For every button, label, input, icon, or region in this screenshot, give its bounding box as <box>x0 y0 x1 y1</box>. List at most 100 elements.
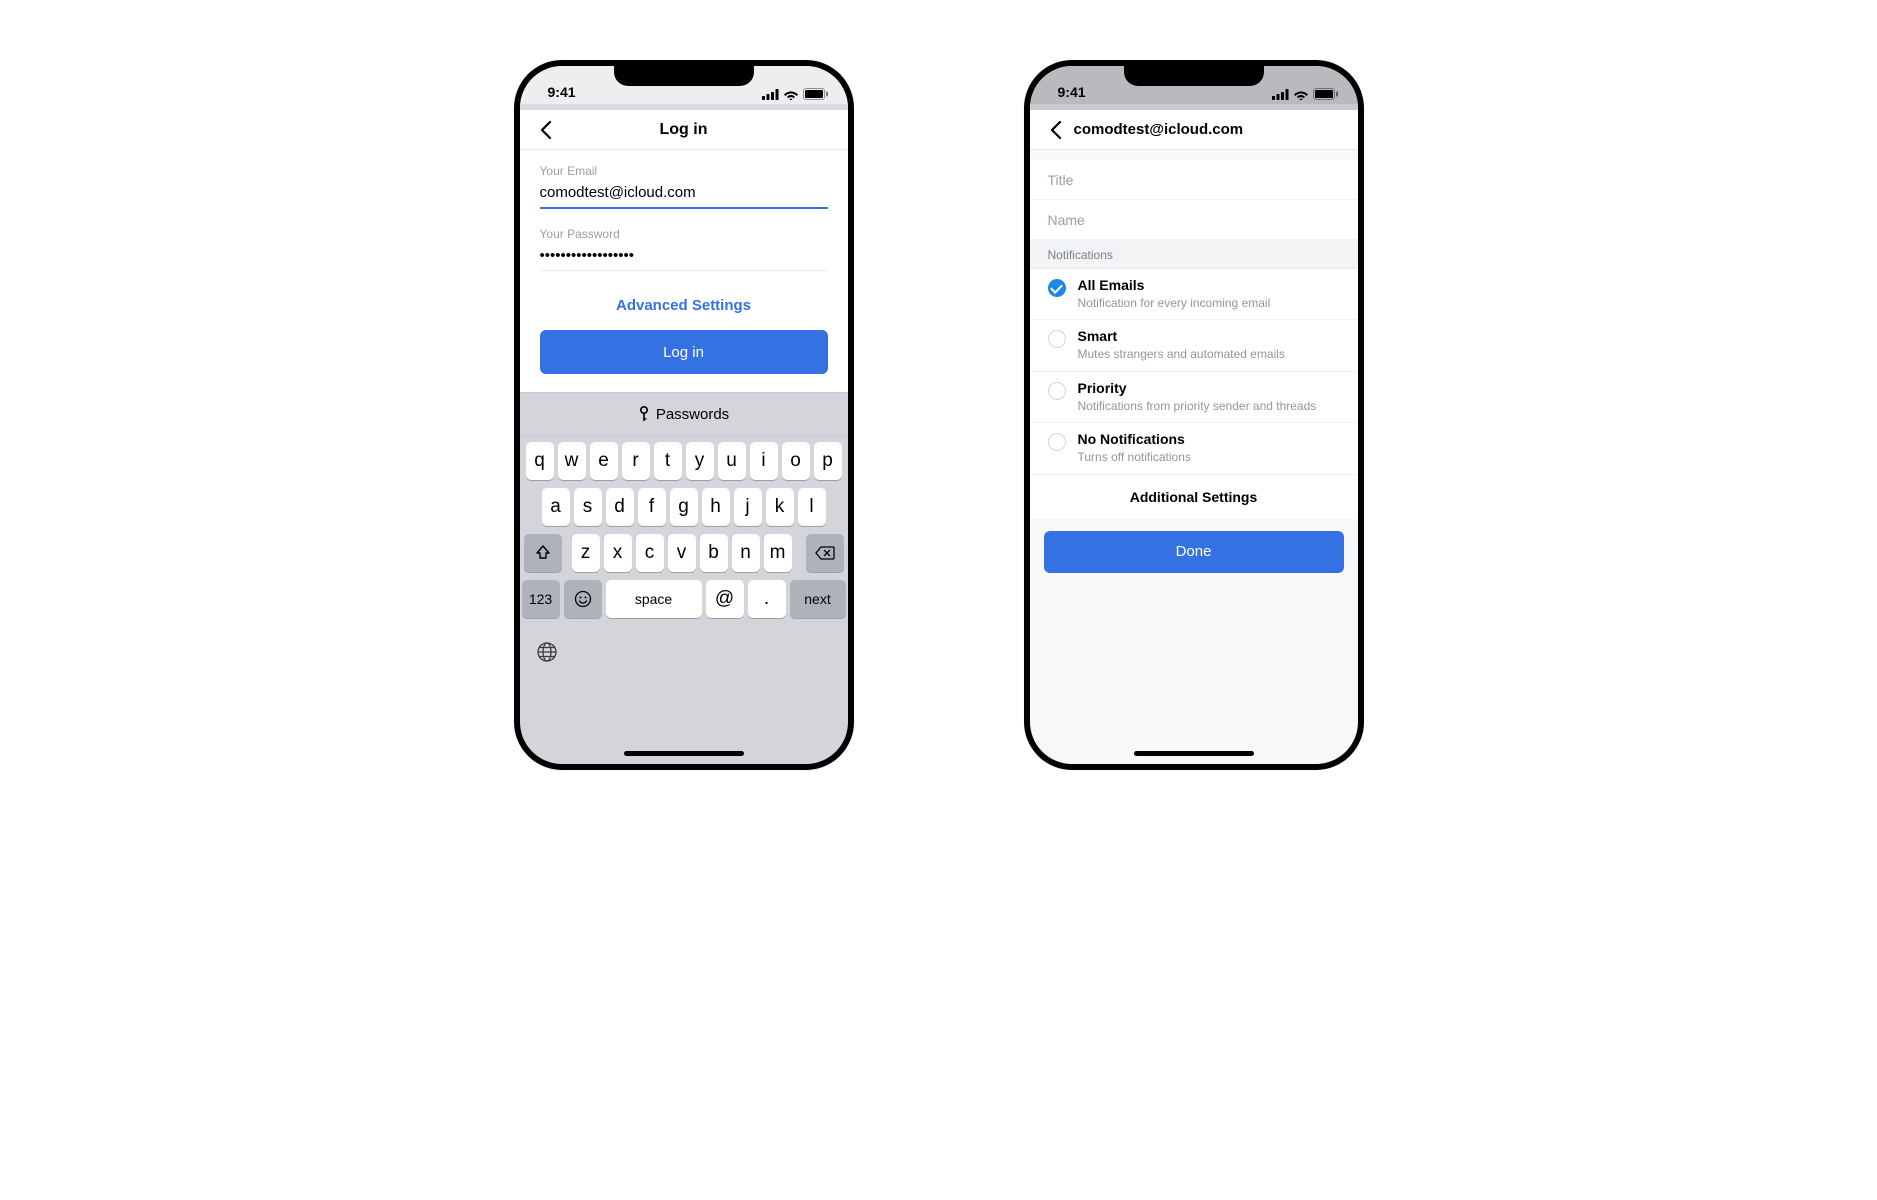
notch <box>1124 64 1264 86</box>
option-title: Priority <box>1078 380 1317 397</box>
chevron-left-icon <box>540 121 552 139</box>
emoji-icon <box>574 590 592 608</box>
password-label: Your Password <box>540 227 828 241</box>
key-n[interactable]: n <box>732 534 760 572</box>
key-e[interactable]: e <box>590 442 618 480</box>
radio-checked-icon <box>1048 279 1066 297</box>
backspace-key[interactable] <box>806 534 844 572</box>
shift-icon <box>535 545 551 561</box>
notch <box>614 64 754 86</box>
email-label: Your Email <box>540 164 828 178</box>
key-i[interactable]: i <box>750 442 778 480</box>
notification-options: All Emails Notification for every incomin… <box>1030 269 1358 475</box>
signal-icon <box>762 89 779 100</box>
additional-settings-link[interactable]: Additional Settings <box>1030 475 1358 519</box>
globe-icon[interactable] <box>536 641 558 663</box>
keyboard: qwertyuiop asdfghjkl zxcvbnm 123 space @… <box>520 436 848 618</box>
key-c[interactable]: c <box>636 534 664 572</box>
option-title: Smart <box>1078 328 1285 345</box>
passwords-label: Passwords <box>656 406 729 423</box>
login-button[interactable]: Log in <box>540 330 828 374</box>
nav-title: comodtest@icloud.com <box>1074 121 1244 138</box>
option-subtitle: Notifications from priority sender and t… <box>1078 399 1317 415</box>
notification-option[interactable]: No Notifications Turns off notifications <box>1030 423 1358 474</box>
battery-icon <box>1313 88 1338 100</box>
option-subtitle: Turns off notifications <box>1078 450 1191 466</box>
key-z[interactable]: z <box>572 534 600 572</box>
keyboard-row-2: asdfghjkl <box>524 488 844 526</box>
done-button[interactable]: Done <box>1044 531 1344 573</box>
wifi-icon <box>1293 89 1309 100</box>
key-s[interactable]: s <box>574 488 602 526</box>
nav-bar: Log in <box>520 104 848 150</box>
key-r[interactable]: r <box>622 442 650 480</box>
key-k[interactable]: k <box>766 488 794 526</box>
done-area: Done <box>1030 519 1358 585</box>
radio-unchecked-icon <box>1048 382 1066 400</box>
notification-option[interactable]: Smart Mutes strangers and automated email… <box>1030 320 1358 371</box>
key-h[interactable]: h <box>702 488 730 526</box>
status-icons <box>762 88 828 100</box>
back-button[interactable] <box>1044 118 1068 142</box>
battery-icon <box>803 88 828 100</box>
key-l[interactable]: l <box>798 488 826 526</box>
key-d[interactable]: d <box>606 488 634 526</box>
key-w[interactable]: w <box>558 442 586 480</box>
backspace-icon <box>815 546 835 560</box>
shift-key[interactable] <box>524 534 562 572</box>
keyboard-suggestion-bar[interactable]: Passwords <box>520 392 848 436</box>
email-field[interactable] <box>540 184 828 209</box>
space-key[interactable]: space <box>606 580 702 618</box>
next-key[interactable]: next <box>790 580 846 618</box>
chevron-left-icon <box>1050 121 1062 139</box>
key-y[interactable]: y <box>686 442 714 480</box>
key-v[interactable]: v <box>668 534 696 572</box>
keyboard-row-1: qwertyuiop <box>524 442 844 480</box>
name-field[interactable]: Name <box>1030 200 1358 240</box>
keyboard-row-3: zxcvbnm <box>524 534 844 572</box>
nav-title: Log in <box>660 121 708 139</box>
notifications-header: Notifications <box>1030 240 1358 269</box>
login-form: Your Email Your Password Advanced Settin… <box>520 150 848 392</box>
status-icons <box>1272 88 1338 100</box>
option-subtitle: Notification for every incoming email <box>1078 296 1271 312</box>
password-field-group: Your Password <box>540 227 828 271</box>
status-time: 9:41 <box>1058 84 1086 100</box>
numbers-key[interactable]: 123 <box>522 580 560 618</box>
dot-key[interactable]: . <box>748 580 786 618</box>
key-a[interactable]: a <box>542 488 570 526</box>
password-field[interactable] <box>540 247 828 271</box>
option-subtitle: Mutes strangers and automated emails <box>1078 347 1285 363</box>
key-g[interactable]: g <box>670 488 698 526</box>
advanced-settings-link[interactable]: Advanced Settings <box>540 289 828 330</box>
title-field[interactable]: Title <box>1030 160 1358 200</box>
wifi-icon <box>783 89 799 100</box>
email-field-group: Your Email <box>540 164 828 209</box>
key-f[interactable]: f <box>638 488 666 526</box>
phone-login: 9:41 Log in Your Email Your Password Adv… <box>514 60 854 770</box>
key-m[interactable]: m <box>764 534 792 572</box>
option-title: No Notifications <box>1078 431 1191 448</box>
key-j[interactable]: j <box>734 488 762 526</box>
home-indicator <box>624 751 744 756</box>
keyboard-bottom-row <box>520 626 848 678</box>
home-indicator <box>1134 751 1254 756</box>
phone-settings: 9:41 comodtest@icloud.com Title Name Not… <box>1024 60 1364 770</box>
key-q[interactable]: q <box>526 442 554 480</box>
key-u[interactable]: u <box>718 442 746 480</box>
notification-option[interactable]: Priority Notifications from priority send… <box>1030 372 1358 423</box>
notification-option[interactable]: All Emails Notification for every incomin… <box>1030 269 1358 320</box>
radio-unchecked-icon <box>1048 433 1066 451</box>
key-p[interactable]: p <box>814 442 842 480</box>
key-o[interactable]: o <box>782 442 810 480</box>
option-title: All Emails <box>1078 277 1271 294</box>
key-b[interactable]: b <box>700 534 728 572</box>
emoji-key[interactable] <box>564 580 602 618</box>
signal-icon <box>1272 89 1289 100</box>
keyboard-row-4: 123 space @ . next <box>524 580 844 618</box>
text-fields: Title Name <box>1030 160 1358 240</box>
back-button[interactable] <box>534 118 558 142</box>
key-t[interactable]: t <box>654 442 682 480</box>
at-key[interactable]: @ <box>706 580 744 618</box>
key-x[interactable]: x <box>604 534 632 572</box>
